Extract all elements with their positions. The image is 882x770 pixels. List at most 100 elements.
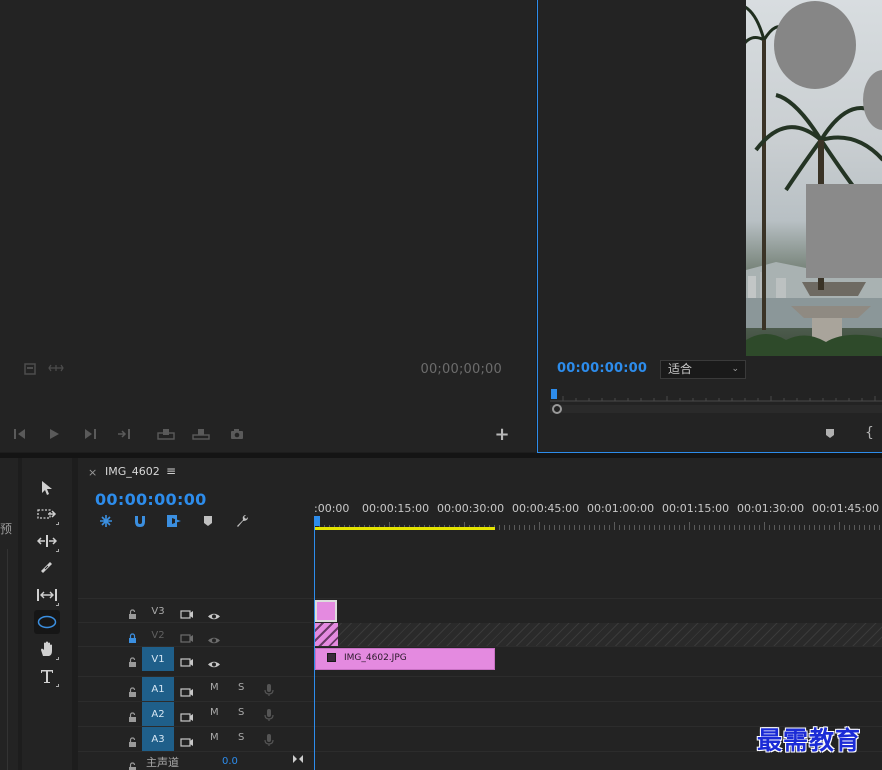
track-v2: V2 xyxy=(78,622,882,646)
fit-dropdown[interactable]: 适合 ⌄ xyxy=(660,360,746,379)
lock-open-icon[interactable] xyxy=(128,683,137,702)
time-ruler[interactable]: :00:00 00:00:15:00 00:00:30:00 00:00:45:… xyxy=(314,502,882,530)
tools-panel xyxy=(22,458,72,770)
overwrite-icon[interactable] xyxy=(191,424,211,444)
mask-circle-shape[interactable] xyxy=(774,1,856,89)
type-tool-icon[interactable] xyxy=(34,664,60,688)
program-playhead[interactable] xyxy=(551,389,557,399)
clip-name: IMG_4602.JPG xyxy=(344,653,407,663)
track-name[interactable]: V3 xyxy=(142,599,174,623)
project-panel-divider xyxy=(0,549,8,770)
lock-open-icon[interactable] xyxy=(128,733,137,752)
step-forward-icon[interactable] xyxy=(80,424,100,444)
drag-video-icon[interactable] xyxy=(48,363,64,376)
track-name[interactable]: A2 xyxy=(142,702,174,726)
image-clip-icon xyxy=(327,653,336,662)
source-timecode[interactable]: 00;00;00;00 xyxy=(420,362,502,377)
timeline-timecode[interactable]: 00:00:00:00 xyxy=(95,490,207,509)
playhead-line[interactable] xyxy=(314,516,315,770)
track-select-tool-icon[interactable] xyxy=(34,502,60,526)
sync-lock-icon[interactable] xyxy=(180,733,194,752)
program-zoom-bar[interactable] xyxy=(550,405,882,413)
track-v1: V1 IMG_4602.JPG xyxy=(78,646,882,673)
add-marker-icon[interactable] xyxy=(199,513,217,529)
lock-open-icon[interactable] xyxy=(128,708,137,727)
lock-open-icon[interactable] xyxy=(128,758,137,770)
chevron-down-icon: ⌄ xyxy=(731,364,739,374)
linked-selection-icon[interactable] xyxy=(165,513,183,529)
hand-tool-icon[interactable] xyxy=(34,637,60,661)
ruler-label: 00:01:30:00 xyxy=(737,502,805,515)
slip-tool-icon[interactable] xyxy=(34,583,60,607)
program-monitor: 00:00:00:00 适合 ⌄ { xyxy=(537,0,882,453)
sync-lock-icon[interactable] xyxy=(180,708,194,727)
settings-icon[interactable] xyxy=(24,363,36,378)
play-icon[interactable] xyxy=(44,424,64,444)
ruler-label: 00:00:15:00 xyxy=(362,502,430,515)
program-video-frame xyxy=(746,0,882,356)
track-header: A3 M S xyxy=(78,726,314,752)
nest-sequence-icon[interactable] xyxy=(97,513,115,529)
track-content[interactable] xyxy=(315,598,882,622)
wrench-settings-icon[interactable] xyxy=(233,513,251,529)
sync-lock-icon[interactable] xyxy=(180,653,194,672)
fit-dropdown-value: 适合 xyxy=(668,362,693,376)
track-header: V3 xyxy=(78,598,314,622)
mute-button[interactable]: M xyxy=(210,707,219,718)
program-timecode[interactable]: 00:00:00:00 xyxy=(557,361,647,376)
ruler-label: 00:00:30:00 xyxy=(437,502,505,515)
eye-icon[interactable] xyxy=(207,654,221,673)
camera-icon[interactable] xyxy=(227,424,247,444)
shape-clip-thumbnail[interactable] xyxy=(315,600,337,622)
track-name[interactable]: A1 xyxy=(142,677,174,701)
solo-button[interactable]: S xyxy=(238,682,244,693)
go-to-end-icon[interactable] xyxy=(292,754,304,767)
mark-in-icon[interactable]: { xyxy=(865,425,874,441)
source-monitor: 00;00;00;00 + xyxy=(0,0,536,452)
mask-rectangle-shape[interactable] xyxy=(806,184,882,278)
ripple-edit-tool-icon[interactable] xyxy=(34,529,60,553)
mute-button[interactable]: M xyxy=(210,682,219,693)
solo-button[interactable]: S xyxy=(238,707,244,718)
work-area-bar[interactable] xyxy=(315,527,495,530)
track-header: A2 M S xyxy=(78,701,314,727)
ruler-label: :00:00 xyxy=(314,502,350,515)
ruler-label: 00:01:15:00 xyxy=(662,502,730,515)
program-ruler[interactable] xyxy=(550,388,882,402)
timeline-tab-title[interactable]: IMG_4602 xyxy=(105,465,160,478)
track-header: 主声道 0.0 xyxy=(78,751,314,770)
track-name[interactable]: A3 xyxy=(142,727,174,751)
mute-button[interactable]: M xyxy=(210,732,219,743)
go-to-out-icon[interactable] xyxy=(114,424,134,444)
image-clip[interactable]: IMG_4602.JPG xyxy=(315,648,495,670)
track-content[interactable] xyxy=(315,676,882,700)
locked-clip xyxy=(315,623,338,646)
close-tab-icon[interactable]: × xyxy=(88,466,97,479)
ruler-label: 00:01:00:00 xyxy=(587,502,655,515)
watermark-text: 最需教育 xyxy=(757,726,862,755)
add-marker-icon[interactable] xyxy=(825,428,835,442)
track-name[interactable]: V2 xyxy=(142,623,174,647)
lock-open-icon[interactable] xyxy=(128,653,137,672)
playhead[interactable] xyxy=(314,516,320,526)
ellipse-tool-icon[interactable] xyxy=(34,610,60,634)
track-a1: A1 M S xyxy=(78,676,882,702)
program-zoom-handle[interactable] xyxy=(552,404,562,414)
panel-menu-icon[interactable]: ≡ xyxy=(166,464,176,478)
master-track-label: 主声道 xyxy=(146,756,179,769)
razor-tool-icon[interactable] xyxy=(34,556,60,580)
microphone-icon[interactable] xyxy=(264,732,274,751)
add-button-icon[interactable]: + xyxy=(493,426,511,444)
selection-tool-icon[interactable] xyxy=(34,476,60,500)
track-name[interactable]: V1 xyxy=(142,647,174,671)
microphone-icon[interactable] xyxy=(264,682,274,701)
solo-button[interactable]: S xyxy=(238,732,244,743)
sync-lock-icon[interactable] xyxy=(180,683,194,702)
master-volume-value[interactable]: 0.0 xyxy=(222,756,238,767)
insert-icon[interactable] xyxy=(156,424,176,444)
step-back-marker-icon[interactable] xyxy=(10,424,30,444)
source-transport-controls xyxy=(0,424,536,444)
microphone-icon[interactable] xyxy=(264,707,274,726)
snap-magnet-icon[interactable] xyxy=(131,513,149,529)
track-v3: V3 xyxy=(78,598,882,622)
